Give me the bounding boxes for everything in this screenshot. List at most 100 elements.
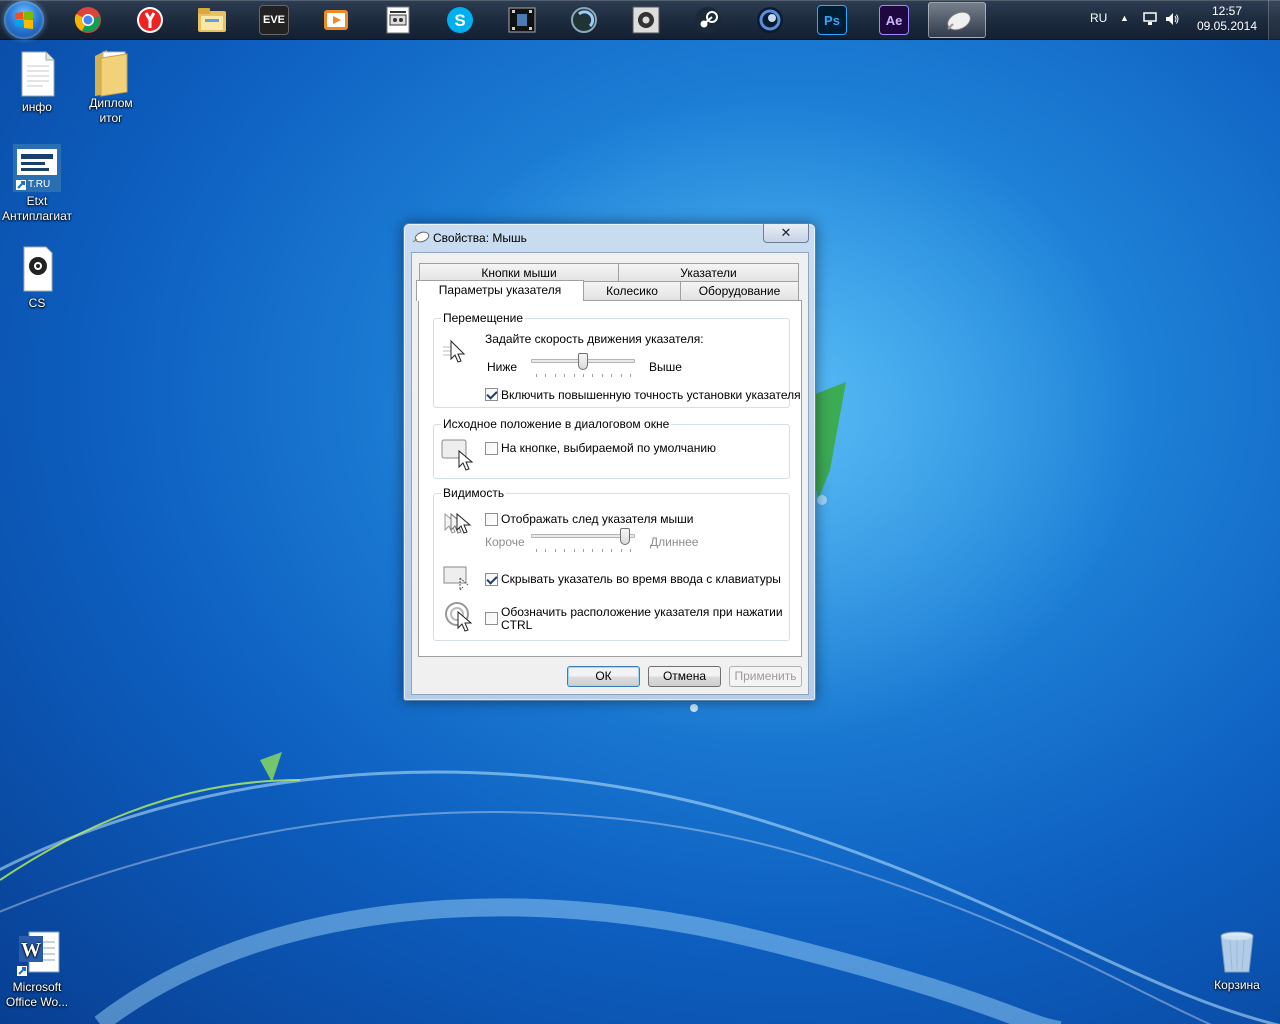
taskbar-skype[interactable]: S <box>431 2 489 38</box>
mouse-properties-dialog: Свойства: Мышь ✕ Кнопки мыши Указатели П… <box>403 223 816 701</box>
ctrl-location-icon <box>444 602 474 635</box>
desktop-icon-label-line2: Антиплагиат <box>2 209 72 223</box>
trail-length-slider[interactable] <box>531 528 635 556</box>
slider-tick <box>592 374 593 377</box>
clock-time: 12:57 <box>1211 4 1243 18</box>
slider-tick <box>536 549 537 552</box>
tab-wheel[interactable]: Колесико <box>583 281 681 300</box>
enhance-precision-checkbox[interactable] <box>485 388 498 401</box>
trails-long-label: Длиннее <box>650 535 699 549</box>
apply-button[interactable]: Применить <box>729 666 802 687</box>
cinema4d-icon <box>755 5 785 35</box>
start-button[interactable] <box>4 1 44 39</box>
svg-text:S: S <box>454 11 465 30</box>
slider-thumb[interactable] <box>578 353 588 370</box>
tab-hardware[interactable]: Оборудование <box>680 281 799 300</box>
slider-tick <box>574 374 575 377</box>
speed-prompt: Задайте скорость движения указателя: <box>485 332 704 346</box>
desktop-icon-word[interactable]: W Microsoft Office Wo... <box>0 930 74 1010</box>
desktop-icon-etxt[interactable]: T.RU Etxt Антиплагиат <box>0 144 74 224</box>
desktop-icon-info[interactable]: инфо <box>0 50 74 115</box>
snap-to-default-label: На кнопке, выбираемой по умолчанию <box>501 441 717 455</box>
etxt-badge-text: T.RU <box>28 179 51 190</box>
slider-tick <box>611 374 612 377</box>
taskbar-media-player[interactable] <box>307 2 365 38</box>
clock-date: 09.05.2014 <box>1196 19 1258 33</box>
slider-tick <box>602 549 603 552</box>
ok-button[interactable]: ОК <box>567 666 640 687</box>
taskbar-chrome[interactable] <box>59 2 117 38</box>
pointer-trails-checkbox[interactable] <box>485 513 498 526</box>
taskbar-yandex[interactable] <box>121 2 179 38</box>
chrome-icon <box>73 5 103 35</box>
enhance-precision-label: Включить повышенную точность установки у… <box>501 388 801 402</box>
tab-panel: Перемещение Задайте скорость движения ук… <box>418 300 802 657</box>
file-explorer-icon <box>197 5 227 35</box>
slider-tick <box>621 374 622 377</box>
cancel-button[interactable]: Отмена <box>648 666 721 687</box>
taskbar-settings-app[interactable] <box>617 2 675 38</box>
tab-pointers[interactable]: Указатели <box>618 263 799 282</box>
slider-tick <box>574 549 575 552</box>
taskbar-after-effects[interactable]: Ae <box>865 2 923 38</box>
hide-while-typing-label: Скрывать указатель во время ввода с клав… <box>501 572 781 586</box>
slider-tick <box>583 549 584 552</box>
network-icon[interactable] <box>1142 11 1158 30</box>
cs-file-icon <box>13 246 61 294</box>
media-app-icon <box>569 5 599 35</box>
recycle-bin-icon <box>1213 928 1261 976</box>
pointer-trails-label: Отображать след указателя мыши <box>501 512 694 526</box>
tab-pointer-options[interactable]: Параметры указателя <box>416 280 584 301</box>
text-file-icon <box>13 50 61 98</box>
mouse-properties-icon <box>943 6 973 36</box>
taskbar-document-viewer[interactable] <box>369 2 427 38</box>
slider-tick <box>555 549 556 552</box>
slider-tick <box>630 549 631 552</box>
show-desktop-button[interactable] <box>1268 0 1280 40</box>
desktop-icon-cs[interactable]: CS <box>0 246 74 311</box>
close-icon: ✕ <box>780 225 792 240</box>
slider-tick <box>621 549 622 552</box>
taskbar-steam[interactable] <box>679 2 737 38</box>
trails-short-label: Короче <box>485 535 525 549</box>
after-effects-icon: Ae <box>879 5 909 35</box>
taskbar-cinema4d[interactable] <box>741 2 799 38</box>
pointer-speed-slider[interactable] <box>531 353 635 381</box>
taskbar-explorer[interactable] <box>183 2 241 38</box>
taskbar-video-editor[interactable] <box>493 2 551 38</box>
dialog-client: Кнопки мыши Указатели Параметры указател… <box>411 252 809 695</box>
slider-tick <box>611 549 612 552</box>
slider-tick <box>564 549 565 552</box>
slider-tick <box>583 374 584 377</box>
slider-thumb[interactable] <box>620 528 630 545</box>
show-hidden-icons-button[interactable]: ▲ <box>1120 13 1129 23</box>
desktop-icon-diploma[interactable]: Диплом итог <box>74 46 148 126</box>
taskbar: EVE S Ps Ae RU ▲ 12:57 09.05.2014 <box>0 0 1280 40</box>
language-indicator[interactable]: RU <box>1090 11 1107 25</box>
speed-fast-label: Выше <box>649 360 682 374</box>
taskbar-mouse-properties[interactable] <box>928 2 986 38</box>
taskbar-eve[interactable]: EVE <box>245 2 303 38</box>
clock[interactable]: 12:57 09.05.2014 <box>1196 4 1258 34</box>
desktop-icon-recycle-bin[interactable]: Корзина <box>1200 928 1274 993</box>
slider-tick <box>592 549 593 552</box>
taskbar-photoshop[interactable]: Ps <box>803 2 861 38</box>
show-location-ctrl-checkbox[interactable] <box>485 612 498 625</box>
desktop-icon-label: Корзина <box>1214 978 1260 992</box>
motion-group: Перемещение Задайте скорость движения ук… <box>433 311 801 408</box>
taskbar-media-app[interactable] <box>555 2 613 38</box>
skype-icon: S <box>445 5 475 35</box>
snap-to-default-checkbox[interactable] <box>485 442 498 455</box>
volume-icon[interactable] <box>1164 11 1180 30</box>
hide-while-typing-checkbox[interactable] <box>485 573 498 586</box>
mouse-icon <box>412 230 430 247</box>
visibility-group-label: Видимость <box>441 486 507 500</box>
close-button[interactable]: ✕ <box>763 224 809 243</box>
word-icon: W <box>13 930 61 978</box>
desktop-icon-label-line2: Office Wo... <box>5 995 69 1009</box>
slider-tick <box>545 374 546 377</box>
dialog-title: Свойства: Мышь <box>433 231 527 245</box>
speed-slow-label: Ниже <box>487 360 518 374</box>
show-location-ctrl-label-line2: CTRL <box>501 618 533 632</box>
desktop-icon-label-line1: Etxt <box>26 194 48 208</box>
